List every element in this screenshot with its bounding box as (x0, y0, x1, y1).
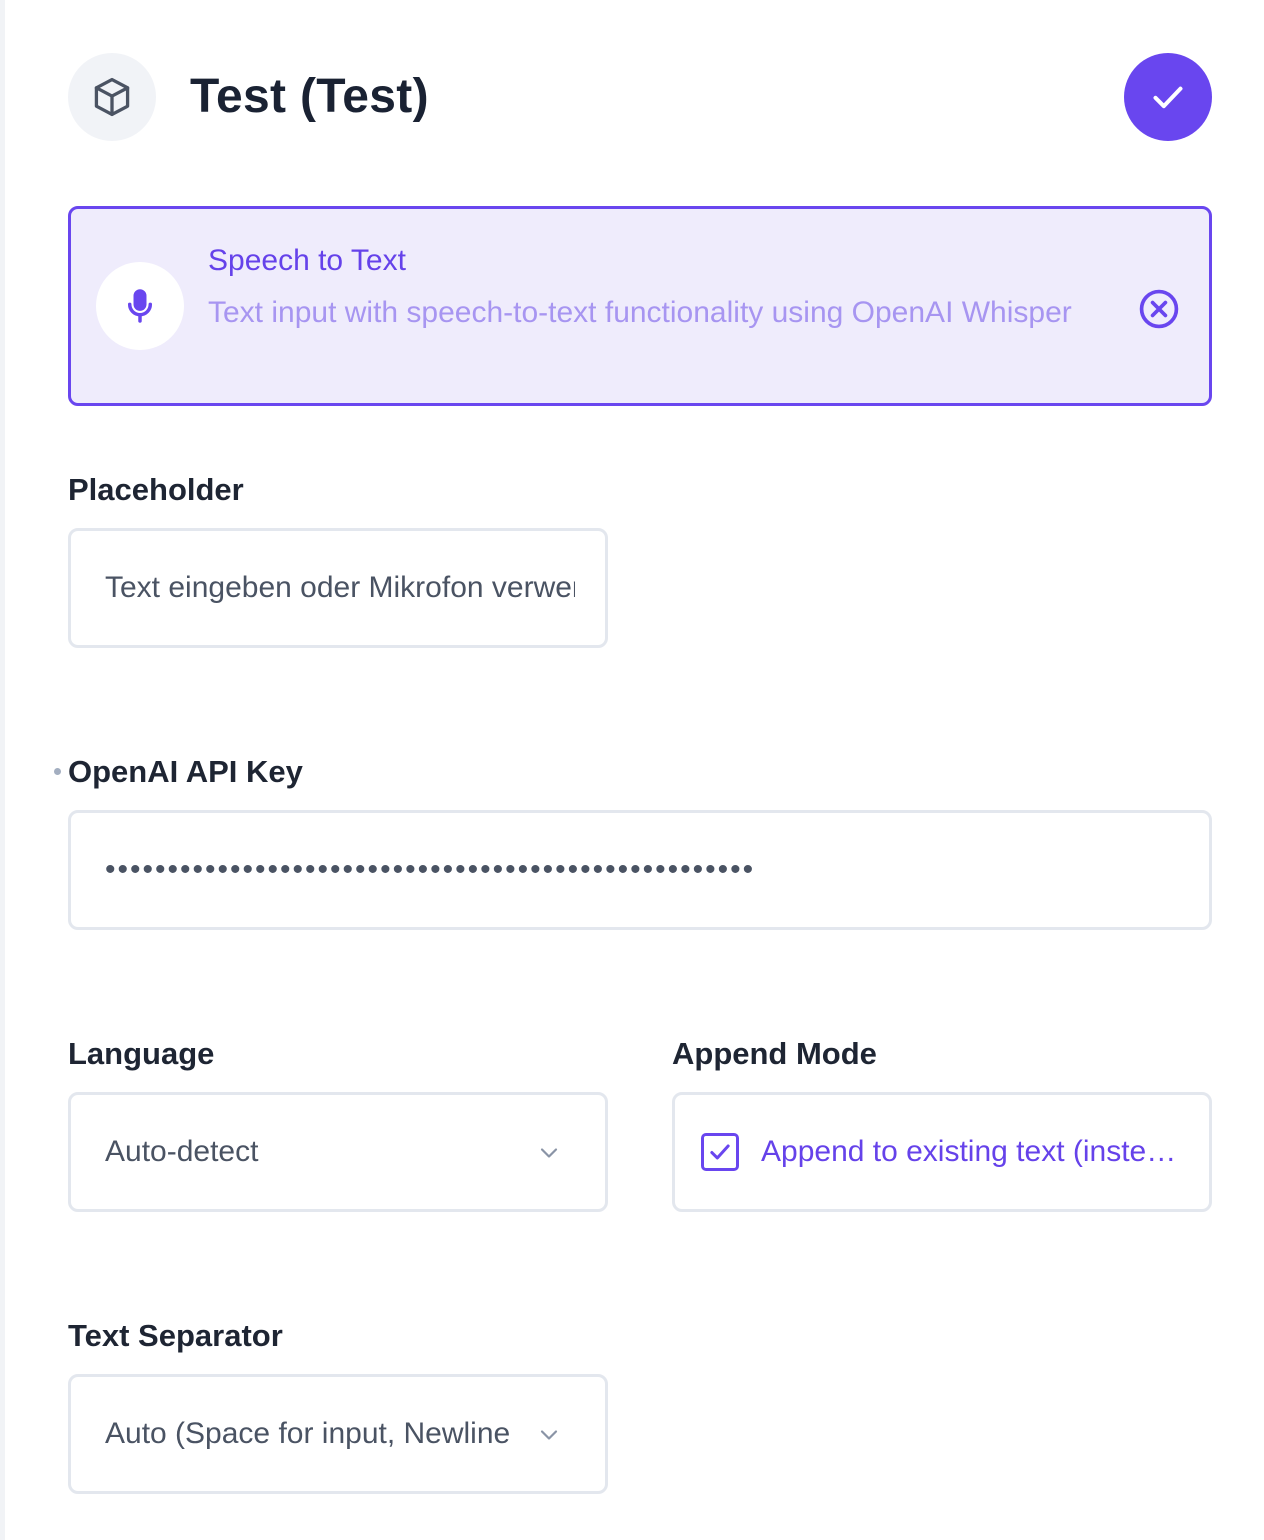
placeholder-input[interactable]: Text eingeben oder Mikrofon verwenden... (68, 528, 608, 648)
chevron-down-icon (540, 1148, 558, 1158)
panel-header: Test (Test) (68, 53, 1212, 141)
check-icon (710, 1144, 730, 1160)
close-circle-icon (1139, 289, 1179, 329)
separator-select-value: Auto (Space for input, Newline for texta… (105, 1417, 509, 1450)
api-key-input-value: ••••••••••••••••••••••••••••••••••••••••… (105, 853, 756, 886)
required-indicator (54, 768, 61, 775)
separator-label: Text Separator (68, 1318, 283, 1353)
language-select-value: Auto-detect (105, 1135, 259, 1168)
panel-left-edge (0, 0, 5, 1540)
component-name: Speech to Text (208, 244, 406, 277)
microphone-icon (96, 262, 184, 350)
placeholder-label: Placeholder (68, 472, 244, 507)
cube-icon (68, 53, 156, 141)
check-icon (1153, 86, 1183, 109)
chevron-down-icon (540, 1430, 558, 1440)
api-key-input[interactable]: ••••••••••••••••••••••••••••••••••••••••… (68, 810, 1212, 930)
language-select[interactable]: Auto-detect (68, 1092, 608, 1212)
api-key-label: OpenAI API Key (68, 754, 303, 789)
append-mode-checkbox-label[interactable]: Append to existing text (inste… (761, 1095, 1181, 1209)
append-mode-box: Append to existing text (inste… (672, 1092, 1212, 1212)
append-mode-label: Append Mode (672, 1036, 877, 1071)
append-mode-checkbox[interactable] (701, 1133, 739, 1171)
separator-select[interactable]: Auto (Space for input, Newline for texta… (68, 1374, 608, 1494)
placeholder-input-value: Text eingeben oder Mikrofon verwenden... (105, 571, 575, 604)
page-title: Test (Test) (190, 70, 429, 123)
component-card[interactable]: Speech to Text Text input with speech-to… (68, 206, 1212, 406)
component-description: Text input with speech-to-text functiona… (208, 296, 1072, 329)
language-label: Language (68, 1036, 215, 1071)
remove-component-button[interactable] (1137, 287, 1181, 331)
confirm-button[interactable] (1124, 53, 1212, 141)
